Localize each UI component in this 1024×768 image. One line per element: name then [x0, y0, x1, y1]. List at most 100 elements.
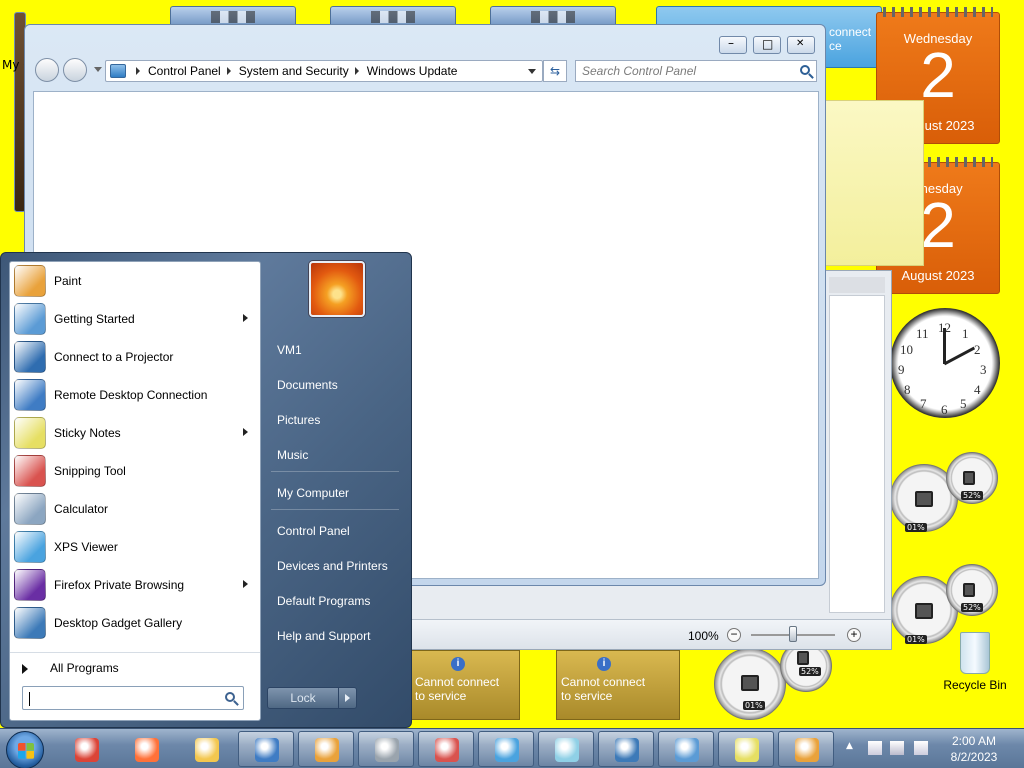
program-remote-desktop[interactable]: Remote Desktop Connection [10, 376, 260, 414]
lock-button[interactable]: Lock [267, 687, 357, 709]
maximize-button[interactable]: □ [753, 36, 781, 54]
program-projector[interactable]: Connect to a Projector [10, 338, 260, 376]
clock-hour-hand [943, 328, 946, 364]
all-programs-button[interactable]: All Programs [10, 652, 260, 682]
start-right-pictures[interactable]: Pictures [269, 403, 401, 437]
program-calculator[interactable]: Calculator [10, 490, 260, 528]
program-getting-started[interactable]: Getting Started [10, 300, 260, 338]
breadcrumb-separator[interactable] [136, 67, 140, 75]
feed-headlines-gadget[interactable]: i Cannot connect to service [410, 650, 520, 720]
submenu-arrow-icon[interactable] [243, 314, 248, 322]
program-label: Snipping Tool [54, 464, 126, 478]
close-button[interactable]: ✕ [787, 36, 815, 54]
breadcrumb-windows-update[interactable]: Windows Update [367, 64, 458, 78]
zoom-in-button[interactable]: + [847, 628, 861, 642]
taskbar-gadget-gallery[interactable] [658, 731, 714, 767]
program-paint[interactable]: Paint [10, 262, 260, 300]
clock-gadget[interactable]: 12 1 2 3 4 5 6 7 8 9 10 11 [890, 308, 1000, 418]
all-programs-arrow-icon [22, 664, 28, 674]
cpu-usage: 01% [905, 635, 927, 644]
remote-desktop-icon [255, 738, 279, 762]
taskbar-chrome[interactable] [58, 731, 114, 767]
taskbar-sticky-notes[interactable] [718, 731, 774, 767]
clock-number: 11 [916, 326, 929, 341]
system-clock[interactable]: 2:00 AM 8/2/2023 [938, 733, 1010, 765]
refresh-button[interactable]: ⇆ [543, 60, 567, 82]
start-right-my-computer[interactable]: My Computer [269, 476, 401, 510]
taskbar-calculator[interactable] [298, 731, 354, 767]
search-icon[interactable] [225, 692, 235, 702]
start-right-control-panel[interactable]: Control Panel [269, 514, 401, 548]
submenu-arrow-icon[interactable] [243, 580, 248, 588]
start-right-vm1[interactable]: VM1 [269, 333, 401, 367]
address-dropdown-icon[interactable] [528, 69, 536, 74]
cpu-meter-gadget[interactable]: 01% [714, 648, 786, 720]
zoom-out-button[interactable]: − [727, 628, 741, 642]
memory-usage: 52% [961, 491, 983, 500]
sticky-note[interactable] [824, 100, 924, 266]
start-right-documents[interactable]: Documents [269, 368, 401, 402]
recycle-bin[interactable]: Recycle Bin [940, 632, 1010, 692]
clock-number: 1 [962, 326, 969, 341]
volume-icon[interactable] [914, 741, 928, 755]
feed-headlines-gadget[interactable]: i Cannot connect to service [556, 650, 680, 720]
taskbar-wordpad[interactable] [598, 731, 654, 767]
taskbar-explorer[interactable] [178, 731, 234, 767]
taskbar-firefox[interactable] [118, 731, 174, 767]
xps-viewer-icon [14, 531, 46, 563]
program-firefox-private[interactable]: Firefox Private Browsing [10, 566, 260, 604]
taskbar-fax-scan[interactable] [358, 731, 414, 767]
start-right-music[interactable]: Music [269, 438, 401, 472]
start-button[interactable] [6, 731, 44, 768]
remote-desktop-icon [14, 379, 46, 411]
memory-meter-gadget[interactable]: 52% [946, 564, 998, 616]
snipping-tool-icon [14, 455, 46, 487]
show-hidden-icons-button[interactable]: ▲ [846, 741, 853, 751]
breadcrumb-separator[interactable] [354, 67, 359, 75]
breadcrumb-control-panel[interactable]: Control Panel [148, 64, 221, 78]
action-center-icon[interactable] [868, 741, 882, 755]
program-sticky-notes[interactable]: Sticky Notes [10, 414, 260, 452]
start-right-devices-printers[interactable]: Devices and Printers [269, 549, 401, 583]
clock-number: 5 [960, 396, 967, 411]
search-icon[interactable] [800, 65, 810, 75]
feed-message-line2: to service [415, 689, 467, 703]
program-snipping-tool[interactable]: Snipping Tool [10, 452, 260, 490]
program-label: Calculator [54, 502, 109, 516]
calculator-icon [315, 738, 339, 762]
start-right-default-programs[interactable]: Default Programs [269, 584, 401, 618]
taskbar-remote-desktop[interactable] [238, 731, 294, 767]
calendar-month-year: August 2023 [901, 268, 975, 283]
search-input[interactable]: Search Control Panel [575, 60, 817, 82]
program-xps-viewer[interactable]: XPS Viewer [10, 528, 260, 566]
start-menu[interactable]: Desktop Gadget Gallery Firefox Private Br… [0, 252, 412, 728]
memory-usage: 52% [961, 603, 983, 612]
back-button[interactable] [35, 58, 59, 82]
zoom-slider-thumb[interactable] [789, 626, 797, 642]
recent-pages-dropdown[interactable] [94, 67, 102, 72]
breadcrumb-separator[interactable] [226, 67, 231, 75]
submenu-arrow-icon[interactable] [243, 428, 248, 436]
start-right-help-support[interactable]: Help and Support [269, 619, 401, 653]
address-bar[interactable]: Control Panel System and Security Window… [105, 60, 543, 82]
snipping-tool-icon [435, 738, 459, 762]
breadcrumb-system-security[interactable]: System and Security [239, 64, 349, 78]
shutdown-options-arrow-icon[interactable] [345, 694, 350, 702]
network-icon[interactable] [890, 741, 904, 755]
forward-button[interactable] [63, 58, 87, 82]
document-page [829, 295, 885, 613]
firefox-icon [135, 738, 159, 762]
feed-message-line1: Cannot connect [561, 675, 646, 689]
user-avatar[interactable] [309, 261, 365, 317]
memory-meter-gadget[interactable]: 52% [946, 452, 998, 504]
start-search-input[interactable] [22, 686, 244, 710]
taskbar-snipping-tool[interactable] [418, 731, 474, 767]
minimize-button[interactable]: – [719, 36, 747, 54]
taskbar-journal[interactable] [538, 731, 594, 767]
text-cursor [29, 692, 30, 706]
chrome-icon [75, 738, 99, 762]
taskbar-xps-viewer[interactable] [478, 731, 534, 767]
taskbar-paint[interactable] [778, 731, 834, 767]
program-gadget-gallery[interactable]: Desktop Gadget Gallery [10, 604, 260, 642]
program-label: Firefox Private Browsing [54, 578, 185, 592]
